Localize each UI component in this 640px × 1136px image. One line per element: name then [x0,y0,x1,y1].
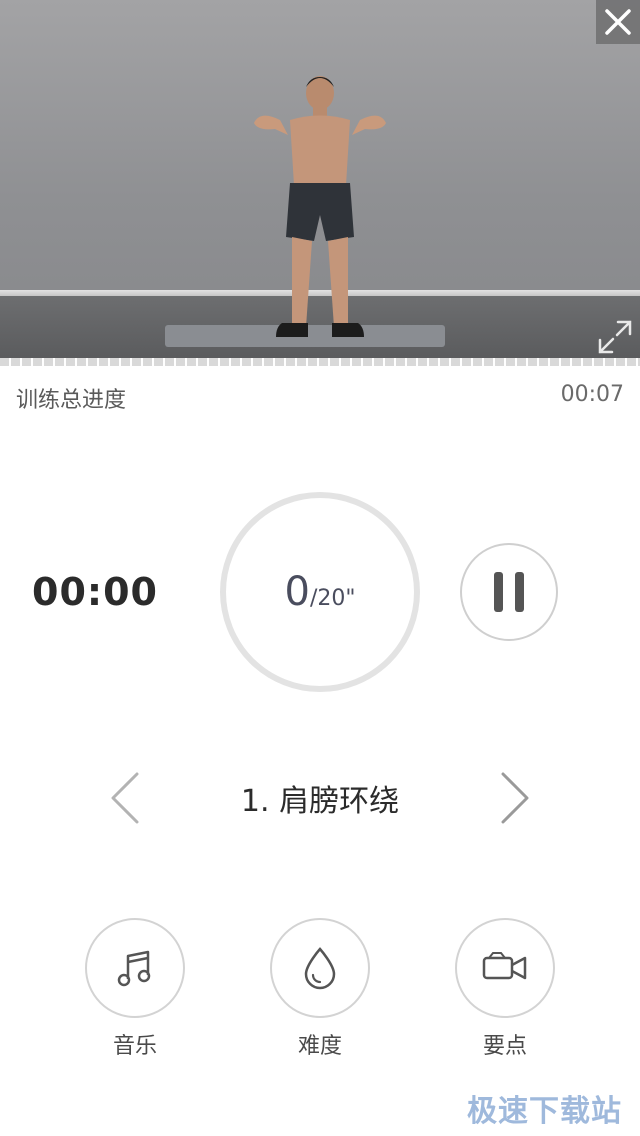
athlete-figure [254,76,386,337]
pause-icon [488,572,530,612]
difficulty-label: 难度 [297,1034,342,1059]
overall-progress-bar [0,358,640,366]
counter-current: 0 [284,569,310,615]
music-label: 音乐 [112,1034,157,1059]
fullscreen-button[interactable] [596,318,634,356]
fullscreen-expand-icon [598,320,632,354]
music-note-icon [117,950,151,987]
watermark: 极速下载站 [467,1094,622,1129]
chevron-left-icon [111,772,139,824]
overall-progress-label: 训练总进度 [16,388,127,413]
video-camera-icon [482,952,527,980]
workout-screen: 训练总进度 00:07 00:00 0 /20" 1. 肩膀环绕 音乐 难度 要… [0,0,640,1136]
music-button[interactable] [85,918,185,1018]
rep-counter: 0 /20" [218,490,422,694]
previous-exercise-button[interactable] [107,770,143,826]
close-button[interactable] [596,0,640,44]
overall-progress-time: 00:07 [560,382,624,407]
next-exercise-button[interactable] [497,770,533,826]
counter-total: /20" [309,585,356,611]
elapsed-timer: 00:00 [32,570,158,614]
key-points-label: 要点 [482,1034,527,1059]
pause-button[interactable] [460,543,558,641]
exercise-video[interactable] [0,0,640,360]
difficulty-button[interactable] [270,918,370,1018]
exercise-title: 1. 肩膀环绕 [240,784,400,819]
close-icon [605,9,631,35]
water-drop-icon [304,947,336,990]
key-points-button[interactable] [455,918,555,1018]
chevron-right-icon [501,772,529,824]
